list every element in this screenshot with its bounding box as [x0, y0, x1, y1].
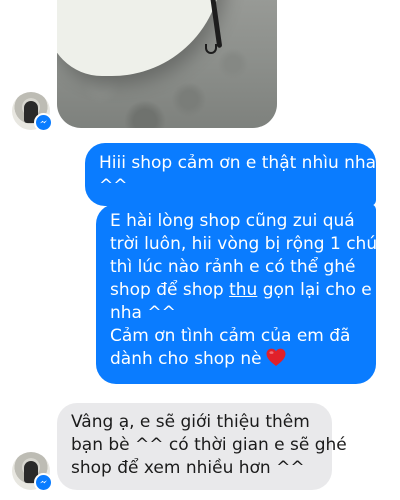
message-last-line: dành cho shop nè [110, 348, 362, 374]
message-text: trời luôn, hii vòng bị rộng 1 chút [110, 234, 384, 254]
message-text: Cảm ơn tình cảm của em đã [110, 326, 351, 346]
contact-avatar[interactable] [12, 92, 53, 132]
message-text: gọn lại cho e [257, 280, 372, 300]
message-text: Hiii shop cảm ơn e thật nhìu nha [99, 153, 377, 173]
underlined-word: thu [229, 280, 258, 300]
message-text: thì lúc nào rảnh e có thể ghé [110, 257, 356, 277]
message-text: shop để shop [110, 280, 230, 300]
message-text: shop để xem nhiều hơn ^^ [71, 458, 305, 478]
message-text: nha ^^ [110, 303, 176, 323]
sent-message-2[interactable]: E hài lòng shop cũng zui quá trời luôn, … [96, 204, 384, 384]
message-text: E hài lòng shop cũng zui quá [110, 211, 355, 231]
photo-bracelet-cord [208, 0, 223, 49]
message-text: Vâng ạ, e sẽ giới thiệu thêm [71, 412, 310, 432]
red-heart-icon [266, 348, 286, 374]
sent-message-1[interactable]: Hiii shop cảm ơn e thật nhìu nha ^^ [85, 143, 376, 206]
photo-bracelet-loop [205, 44, 217, 54]
message-line-with-underline: shop để shop thu gọn lại cho e [110, 279, 372, 302]
received-message[interactable]: Vâng ạ, e sẽ giới thiệu thêm bạn bè ^^ c… [57, 403, 347, 490]
messenger-icon [34, 113, 53, 132]
message-text: bạn bè ^^ có thời gian e sẽ ghé [71, 435, 347, 455]
shared-photo[interactable] [57, 0, 277, 128]
message-text: dành cho shop nè [110, 349, 262, 369]
photo-cloth [57, 0, 222, 76]
message-text: ^^ [99, 176, 128, 196]
messenger-icon [34, 473, 53, 492]
contact-avatar[interactable] [12, 452, 53, 492]
